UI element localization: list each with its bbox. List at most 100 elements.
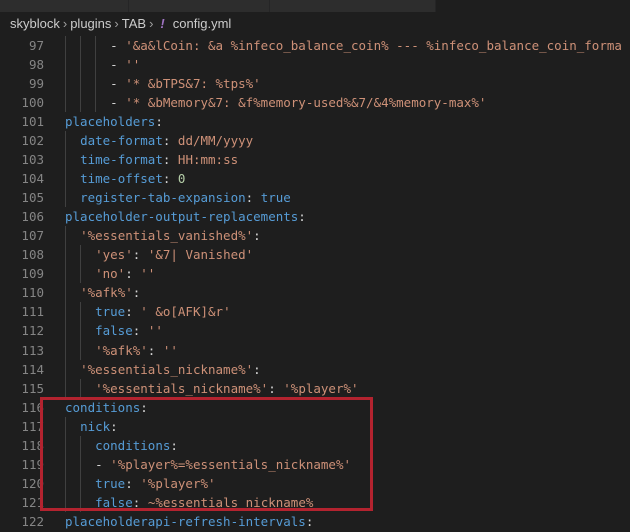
line-number: 119 [21,456,44,472]
indent-guide [95,93,97,113]
breadcrumb-item[interactable]: plugins [70,16,111,31]
yaml-string: '%essentials_nickname%' [95,380,269,396]
code-line[interactable]: 99 - '* &bTPS&7: %tps%' [0,74,630,94]
code-line[interactable]: 105 register-tab-expansion: true [0,188,630,208]
code-line[interactable]: 101 placeholders: [0,112,630,131]
indent-guide [80,245,82,265]
line-number: 108 [21,247,44,263]
yaml-string: '%afk%' [95,342,148,358]
line-number: 99 [28,76,44,92]
indent-guide [65,359,66,379]
line-number: 104 [21,171,44,187]
indent-guide [65,454,66,474]
code-line[interactable]: 116 conditions: [0,398,630,417]
yaml-punctuation: : [132,323,148,339]
code-line[interactable]: 104 time-offset: 0 [0,169,630,189]
code-line[interactable]: 97 - '&a&lCoin: &a %infeco_balance_coin%… [0,36,630,56]
yaml-key: false [95,494,133,510]
yaml-string: '%player%=%essentials_nickname%' [110,456,351,472]
line-number: 121 [21,494,44,510]
indent-guide [80,55,82,75]
line-number: 105 [21,190,44,206]
indent-guide [65,302,66,322]
code-line[interactable]: 113 '%afk%': '' [0,340,630,360]
yaml-key: conditions [95,437,171,453]
code-line[interactable]: 118 conditions: [0,435,630,455]
yaml-string: ' &o[AFK]&r' [140,304,231,320]
editor-tab[interactable] [270,0,436,12]
yaml-punctuation: : [253,361,261,377]
code-line[interactable]: 100 - '* &bMemory&7: &f%memory-used%&7/&… [0,93,630,113]
indent-guide [80,435,82,455]
indent-guides [65,359,80,379]
editor-tab[interactable] [129,0,270,12]
yaml-string: '* &bMemory&7: &f%memory-used%&7/&4%memo… [125,95,487,111]
code-line[interactable]: 114 '%essentials_nickname%': [0,359,630,379]
yaml-string: '' [162,342,178,358]
yaml-key: conditions [65,399,141,415]
yaml-key: time-offset [80,171,163,187]
indent-guide [80,454,82,474]
code-line[interactable]: 108 'yes': '&7| Vanished' [0,245,630,265]
yaml-string: ~%essentials_nickname% [147,494,314,510]
yaml-punctuation: : [140,399,148,415]
yaml-punctuation: : [125,304,141,320]
indent-guides [65,302,95,322]
yaml-punctuation: : [110,418,118,434]
chevron-right-icon: › [62,16,68,31]
indent-guides [65,226,80,246]
indent-guides [65,340,95,360]
code-line[interactable]: 109 'no': '' [0,264,630,284]
yaml-punctuation: : [162,133,178,149]
yaml-punctuation: - [110,38,126,53]
code-line[interactable]: 98 - '' [0,55,630,75]
yaml-punctuation: : [253,228,261,244]
code-line[interactable]: 119 - '%player%=%essentials_nickname%' [0,454,630,474]
code-line[interactable]: 110 '%afk%': [0,283,630,303]
code-line[interactable]: 106 placeholder-output-replacements: [0,207,630,226]
indent-guides [65,93,110,113]
indent-guide [80,492,82,512]
yaml-key: placeholder-output-replacements [65,209,299,225]
code-line[interactable]: 102 date-format: dd/MM/yyyy [0,131,630,151]
yaml-file-icon: ! [160,16,165,31]
yaml-string: '%essentials_nickname%' [80,361,254,377]
indent-guide [80,321,82,341]
code-line[interactable]: 117 nick: [0,416,630,436]
code-line[interactable]: 120 true: '%player%' [0,473,630,493]
code-line[interactable]: 112 false: '' [0,321,630,341]
editor-tab[interactable] [0,0,129,12]
line-number: 111 [21,304,44,320]
yaml-string: '' [140,266,156,282]
line-number: 116 [21,399,44,415]
code-line[interactable]: 122 placeholderapi-refresh-intervals: [0,512,630,531]
breadcrumb-item[interactable]: TAB [122,16,146,31]
breadcrumb-item[interactable]: config.yml [173,16,232,31]
indent-guide [65,416,66,436]
indent-guide [95,74,97,94]
line-number: 97 [28,38,44,53]
chevron-right-icon: › [149,16,154,31]
editor-tab-active[interactable] [436,0,630,12]
indent-guide [65,321,66,341]
breadcrumb-item[interactable]: skyblock [10,16,60,31]
line-number: 120 [21,475,44,491]
code-line[interactable]: 107 '%essentials_vanished%': [0,226,630,246]
yaml-punctuation: : [305,513,314,529]
indent-guide [65,492,66,512]
indent-guides [65,283,80,303]
code-line[interactable]: 103 time-format: HH:mm:ss [0,150,630,170]
code-line[interactable]: 115 '%essentials_nickname%': '%player%' [0,378,630,398]
code-line[interactable]: 111 true: ' &o[AFK]&r' [0,302,630,322]
code-editor[interactable]: 97 - '&a&lCoin: &a %infeco_balance_coin%… [0,36,630,531]
indent-guide [80,36,82,56]
line-number: 112 [21,323,44,339]
yaml-string: '' [147,323,163,339]
indent-guides [65,131,80,151]
line-number: 107 [21,228,44,244]
indent-guide [65,378,66,398]
indent-guide [80,264,82,284]
code-line[interactable]: 121 false: ~%essentials_nickname% [0,492,630,512]
indent-guide [80,302,82,322]
indent-guide [95,36,97,56]
